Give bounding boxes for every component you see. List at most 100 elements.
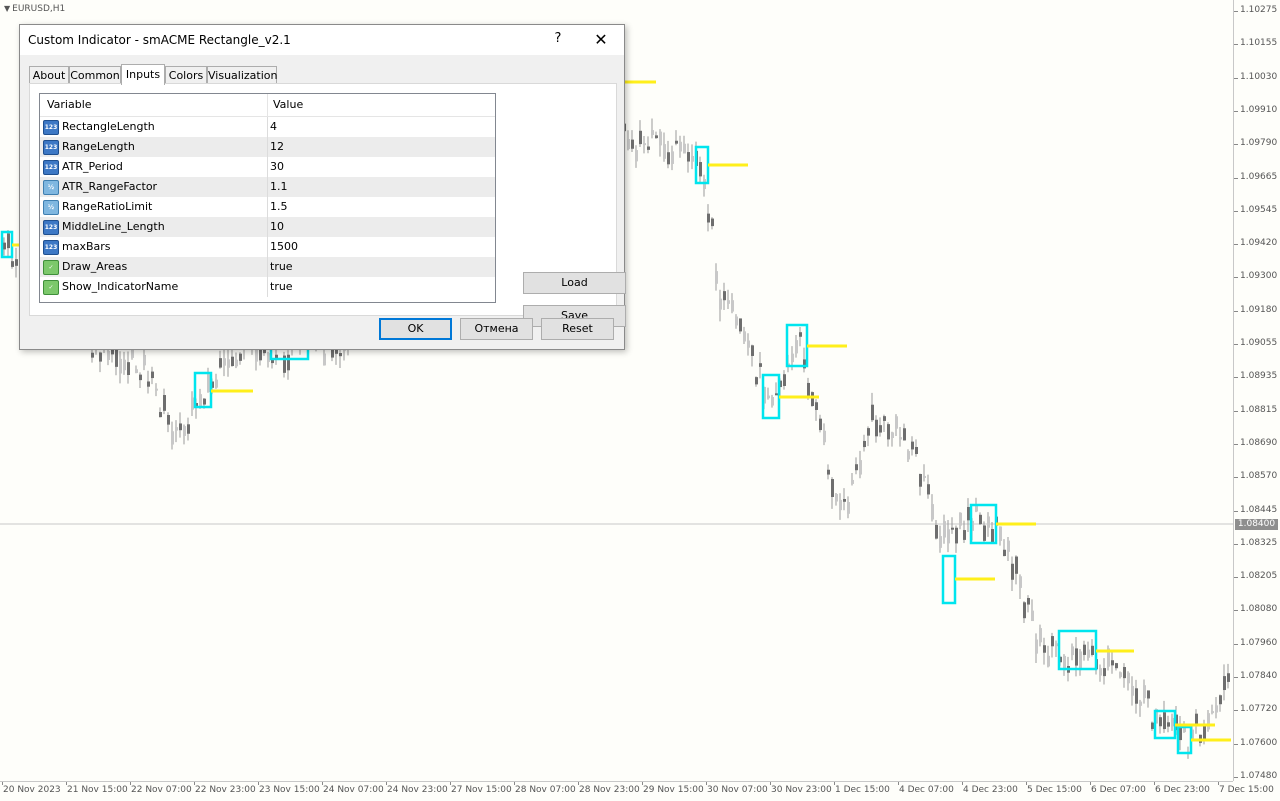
reset-button[interactable]: Reset — [541, 318, 614, 340]
candle-body — [91, 352, 94, 358]
grid-row[interactable]: ✓ Draw_Areas true — [40, 257, 495, 277]
int-icon: 123 — [43, 120, 59, 135]
candle-body — [771, 396, 774, 406]
grid-row[interactable]: ½ ATR_RangeFactor 1.1 — [40, 177, 495, 197]
candle-body — [639, 130, 642, 145]
candle-body — [123, 359, 126, 371]
variable-value[interactable]: 4 — [270, 117, 277, 137]
candle-body — [723, 291, 726, 301]
tab-about[interactable]: About — [29, 66, 69, 84]
candle-body — [159, 412, 162, 418]
candle-body — [107, 350, 110, 361]
candle-body — [691, 155, 694, 162]
price-axis[interactable]: 1.10275 1.10155 1.10030 1.09910 1.09790 1.096… — [1233, 0, 1280, 781]
candle-body — [847, 501, 850, 514]
price-tick-mark — [1234, 776, 1238, 778]
variable-value[interactable]: 1500 — [270, 237, 298, 257]
time-tick-label: 4 Dec 23:00 — [963, 785, 1018, 795]
ok-button[interactable]: OK — [379, 318, 452, 340]
grid-row[interactable]: 123 RectangleLength 4 — [40, 117, 495, 137]
candle-body — [719, 298, 722, 310]
time-tick-label: 24 Nov 23:00 — [387, 785, 448, 795]
candle-body — [851, 479, 854, 484]
candle-body — [655, 135, 658, 139]
price-tick-label: 1.08935 — [1240, 371, 1278, 382]
variable-name: RectangleLength — [62, 120, 155, 133]
candle-body — [1031, 610, 1034, 622]
candle-body — [895, 416, 898, 429]
variable-value[interactable]: 1.5 — [270, 197, 288, 217]
candle-body — [1167, 722, 1170, 727]
tab-inputs[interactable]: Inputs — [121, 64, 165, 85]
column-header-variable[interactable]: Variable — [47, 94, 92, 116]
candle-body — [967, 506, 970, 521]
price-tick-label: 1.08445 — [1240, 504, 1278, 515]
candle-body — [1207, 713, 1210, 730]
variable-name: maxBars — [62, 240, 111, 253]
grid-row[interactable]: 123 maxBars 1500 — [40, 237, 495, 257]
tab-common[interactable]: Common — [69, 66, 121, 84]
candle-body — [1051, 636, 1054, 647]
dialog-titlebar[interactable]: Custom Indicator - smACME Rectangle_v2.1… — [20, 25, 624, 55]
candle-body — [235, 359, 238, 367]
candle-body — [731, 300, 734, 312]
candle-body — [707, 213, 710, 223]
tab-colors[interactable]: Colors — [165, 66, 207, 84]
candle-body — [147, 381, 150, 387]
price-tick-label: 1.07600 — [1240, 737, 1278, 748]
variable-value[interactable]: true — [270, 257, 293, 277]
variable-value[interactable]: true — [270, 277, 293, 297]
price-tick-label: 1.10030 — [1240, 71, 1278, 82]
column-header-value[interactable]: Value — [273, 94, 303, 116]
help-button[interactable]: ? — [547, 31, 569, 49]
price-tick-label: 1.09790 — [1240, 138, 1278, 149]
candle-body — [679, 141, 682, 152]
variable-value[interactable]: 10 — [270, 217, 284, 237]
cell-separator — [267, 217, 268, 237]
candle-body — [827, 469, 830, 475]
price-tick-mark — [1234, 443, 1238, 445]
grid-row[interactable]: ½ RangeRatioLimit 1.5 — [40, 197, 495, 217]
candle-body — [931, 504, 934, 520]
cancel-button[interactable]: Отмена — [460, 318, 533, 340]
candle-body — [823, 430, 826, 443]
candle-body — [227, 359, 230, 368]
price-tick-mark — [1234, 244, 1238, 246]
candle-body — [1027, 597, 1030, 605]
price-tick-mark — [1234, 110, 1238, 112]
candle-body — [1123, 667, 1126, 679]
cell-separator — [267, 137, 268, 157]
grid-row[interactable]: ✓ Show_IndicatorName true — [40, 277, 495, 297]
candle-body — [1215, 705, 1218, 713]
grid-row[interactable]: 123 MiddleLine_Length 10 — [40, 217, 495, 237]
price-tick-mark — [1234, 710, 1238, 712]
cell-separator — [267, 157, 268, 177]
variable-value[interactable]: 30 — [270, 157, 284, 177]
close-button[interactable]: ✕ — [590, 29, 612, 51]
price-tick-label: 1.09545 — [1240, 204, 1278, 215]
candle-body — [219, 358, 222, 368]
candle-body — [1159, 717, 1162, 727]
candle-body — [1075, 648, 1078, 666]
candle-body — [1171, 717, 1174, 727]
candle-body — [203, 398, 206, 405]
variable-value[interactable]: 1.1 — [270, 177, 288, 197]
candle-body — [139, 374, 142, 381]
variable-value[interactable]: 12 — [270, 137, 284, 157]
grid-row[interactable]: 123 ATR_Period 30 — [40, 157, 495, 177]
tab-visualization[interactable]: Visualization — [207, 66, 277, 84]
double-icon: ½ — [43, 180, 59, 195]
load-button[interactable]: Load — [523, 272, 626, 294]
variable-name: ATR_RangeFactor — [62, 180, 158, 193]
candle-body — [287, 354, 290, 371]
grid-row[interactable]: 123 RangeLength 12 — [40, 137, 495, 157]
inputs-grid[interactable]: Variable Value 123 RectangleLength 4 123 Ran… — [39, 93, 496, 303]
price-tick-label: 1.08205 — [1240, 571, 1278, 582]
time-axis[interactable]: 20 Nov 2023 21 Nov 15:00 22 Nov 07:00 22 No… — [0, 781, 1274, 801]
candle-body — [843, 498, 846, 502]
candle-body — [767, 395, 770, 399]
candle-body — [1087, 649, 1090, 658]
candle-body — [259, 349, 262, 361]
candle-body — [907, 451, 910, 460]
column-separator[interactable] — [267, 94, 268, 116]
